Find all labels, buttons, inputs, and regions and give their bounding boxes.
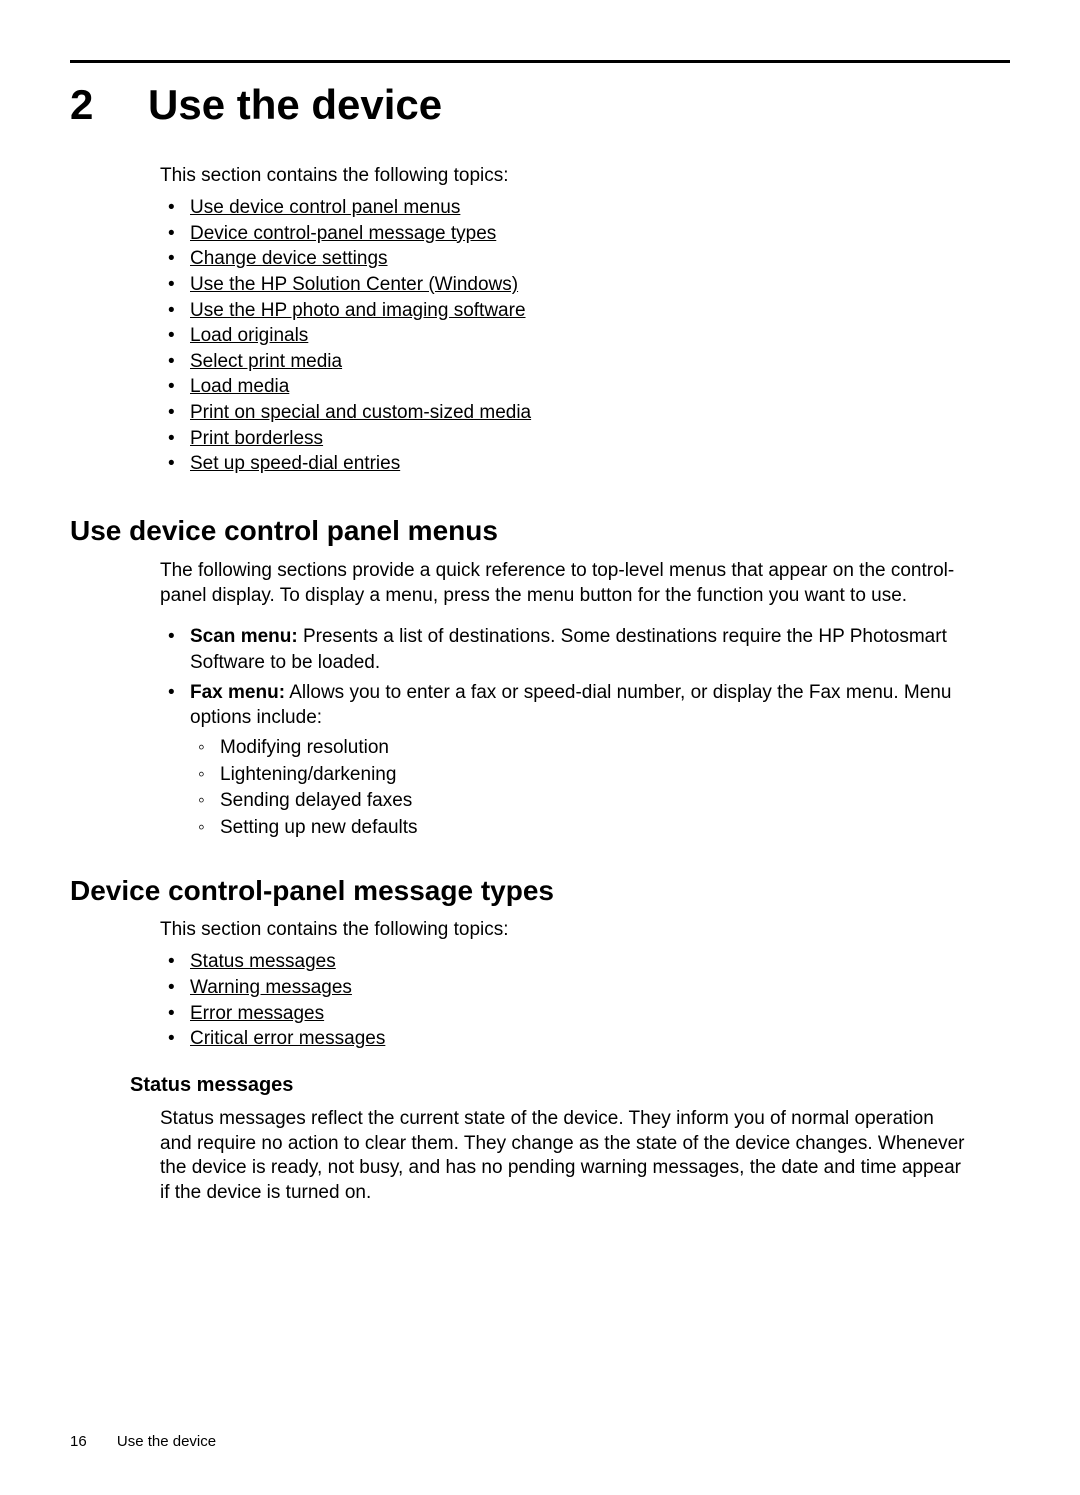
feature-label: Scan menu: <box>190 626 298 647</box>
chapter-number: 2 <box>70 81 148 129</box>
topic-item: Use the HP photo and imaging software <box>160 298 1010 324</box>
topic-link[interactable]: Use device control panel menus <box>190 197 460 218</box>
topic-item: Set up speed-dial entries <box>160 451 1010 477</box>
sub-item: Lightening/darkening <box>190 762 970 789</box>
section2-intro: This section contains the following topi… <box>160 919 1010 941</box>
topic-item: Change device settings <box>160 246 1010 272</box>
message-type-item: Error messages <box>160 1001 1010 1027</box>
section-body: The following sections provide a quick r… <box>160 559 970 608</box>
message-type-item: Warning messages <box>160 975 1010 1001</box>
page-number: 16 <box>70 1433 87 1450</box>
topic-link[interactable]: Load originals <box>190 325 308 346</box>
message-type-link[interactable]: Status messages <box>190 951 336 972</box>
fax-sublist: Modifying resolution Lightening/darkenin… <box>190 735 970 841</box>
topic-item: Print borderless <box>160 426 1010 452</box>
sub-item: Modifying resolution <box>190 735 970 762</box>
feature-list: Scan menu: Presents a list of destinatio… <box>160 624 970 841</box>
message-type-item: Critical error messages <box>160 1026 1010 1052</box>
topic-item: Use device control panel menus <box>160 195 1010 221</box>
topic-list: Use device control panel menus Device co… <box>160 195 1010 477</box>
topic-link[interactable]: Print on special and custom-sized media <box>190 402 531 423</box>
message-type-list: Status messages Warning messages Error m… <box>160 949 1010 1052</box>
message-type-link[interactable]: Warning messages <box>190 977 352 998</box>
chapter-heading: 2 Use the device <box>70 81 1010 129</box>
topic-item: Device control-panel message types <box>160 221 1010 247</box>
page-footer: 16 Use the device <box>70 1433 216 1450</box>
feature-text: Presents a list of destinations. Some de… <box>190 626 947 673</box>
feature-item-fax: Fax menu: Allows you to enter a fax or s… <box>160 680 970 842</box>
topic-link[interactable]: Device control-panel message types <box>190 223 496 244</box>
intro-text: This section contains the following topi… <box>160 165 1010 187</box>
chapter-title: Use the device <box>148 81 442 129</box>
topic-item: Select print media <box>160 349 1010 375</box>
topic-item: Load media <box>160 374 1010 400</box>
sub-item: Setting up new defaults <box>190 815 970 842</box>
topic-link[interactable]: Set up speed-dial entries <box>190 453 400 474</box>
topic-item: Load originals <box>160 323 1010 349</box>
message-type-item: Status messages <box>160 949 1010 975</box>
topic-link[interactable]: Select print media <box>190 351 342 372</box>
sub-item: Sending delayed faxes <box>190 788 970 815</box>
topic-link[interactable]: Print borderless <box>190 428 323 449</box>
message-type-link[interactable]: Critical error messages <box>190 1028 385 1049</box>
topic-item: Use the HP Solution Center (Windows) <box>160 272 1010 298</box>
section-heading-control-panel-menus: Use device control panel menus <box>70 515 1010 547</box>
footer-title: Use the device <box>117 1433 216 1450</box>
topic-link[interactable]: Load media <box>190 376 289 397</box>
topic-item: Print on special and custom-sized media <box>160 400 1010 426</box>
feature-text: Allows you to enter a fax or speed-dial … <box>190 682 951 729</box>
topic-link[interactable]: Use the HP photo and imaging software <box>190 300 526 321</box>
top-rule <box>70 60 1010 63</box>
sub-heading-status-messages: Status messages <box>130 1074 1010 1097</box>
topic-link[interactable]: Change device settings <box>190 248 388 269</box>
section-heading-message-types: Device control-panel message types <box>70 875 1010 907</box>
topic-link[interactable]: Use the HP Solution Center (Windows) <box>190 274 518 295</box>
feature-item-scan: Scan menu: Presents a list of destinatio… <box>160 624 970 675</box>
message-type-link[interactable]: Error messages <box>190 1003 324 1024</box>
feature-label: Fax menu: <box>190 682 285 703</box>
status-messages-body: Status messages reflect the current stat… <box>160 1107 970 1206</box>
